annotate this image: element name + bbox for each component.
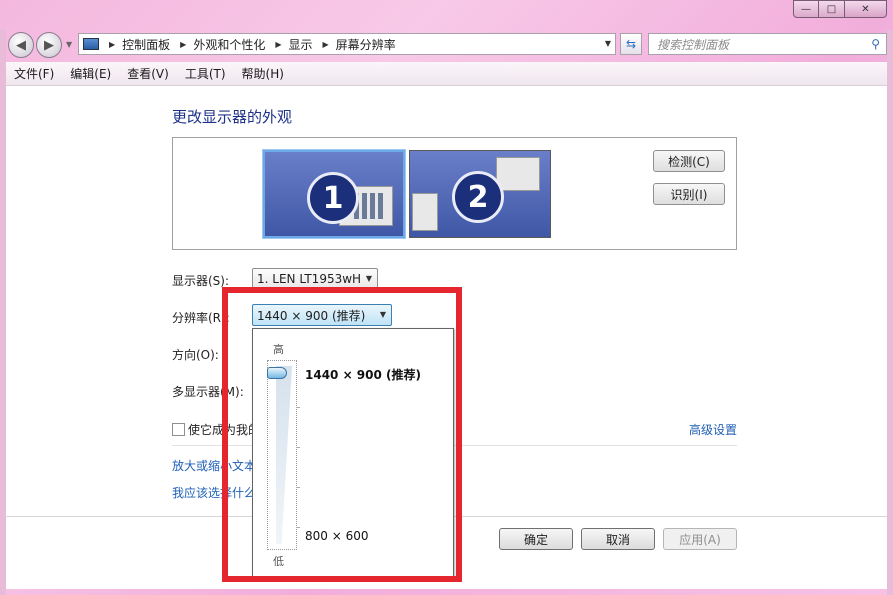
chevron-down-icon: ▼ xyxy=(365,274,372,283)
display-select-value: 1. LEN LT1953wH xyxy=(257,272,362,286)
refresh-button[interactable]: ⇆ xyxy=(620,33,642,55)
menu-tools[interactable]: 工具(T) xyxy=(177,65,234,82)
page-title: 更改显示器的外观 xyxy=(172,108,293,126)
detect-button[interactable]: 检测(C) xyxy=(653,150,725,172)
apply-button[interactable]: 应用(A) xyxy=(663,528,737,550)
minimize-button[interactable]: — xyxy=(793,0,819,18)
breadcrumb-item[interactable]: 控制面板 xyxy=(122,36,170,53)
document-thumbnail-icon xyxy=(412,193,438,231)
refresh-icon: ⇆ xyxy=(625,37,637,51)
search-input[interactable]: 搜索控制面板 ⚲ xyxy=(648,33,887,55)
menu-help[interactable]: 帮助(H) xyxy=(234,65,292,82)
maximize-button[interactable]: □ xyxy=(819,0,845,18)
main-display-checkbox[interactable] xyxy=(172,423,185,436)
caption-buttons: — □ ✕ xyxy=(793,0,887,18)
menu-edit[interactable]: 编辑(E) xyxy=(62,65,119,82)
address-bar[interactable]: ▶ 控制面板 ▶ 外观和个性化 ▶ 显示 ▶ 屏幕分辨率 ▼ xyxy=(78,33,616,55)
chevron-right-icon[interactable]: ▶ xyxy=(180,40,186,49)
breadcrumb-item[interactable]: 显示 xyxy=(289,36,313,53)
advanced-settings-link[interactable]: 高级设置 xyxy=(689,421,737,438)
control-panel-icon xyxy=(83,38,99,50)
ok-button[interactable]: 确定 xyxy=(499,528,573,550)
control-panel-window: — □ ✕ ◀ ▶ ▼ ▶ 控制面板 ▶ 外观和个性化 ▶ 显示 ▶ 屏幕分辨率… xyxy=(0,0,893,595)
window-right-border xyxy=(887,30,893,595)
breadcrumb-item[interactable]: 外观和个性化 xyxy=(193,36,265,53)
breadcrumb-item[interactable]: 屏幕分辨率 xyxy=(336,36,396,53)
forward-arrow-icon: ▶ xyxy=(44,37,54,53)
close-button[interactable]: ✕ xyxy=(845,0,887,18)
back-button[interactable]: ◀ xyxy=(8,32,34,58)
breadcrumb: ▶ 控制面板 ▶ 外观和个性化 ▶ 显示 ▶ 屏幕分辨率 xyxy=(105,36,396,53)
menu-file[interactable]: 文件(F) xyxy=(6,65,62,82)
menu-view[interactable]: 查看(V) xyxy=(119,65,177,82)
display-label: 显示器(S): xyxy=(172,274,230,288)
monitor-number-2: 2 xyxy=(452,171,504,223)
orientation-label: 方向(O): xyxy=(172,348,219,362)
cancel-button[interactable]: 取消 xyxy=(581,528,655,550)
address-dropdown-icon[interactable]: ▼ xyxy=(605,39,611,48)
chevron-right-icon[interactable]: ▶ xyxy=(109,40,115,49)
chevron-right-icon[interactable]: ▶ xyxy=(275,40,281,49)
chevron-right-icon[interactable]: ▶ xyxy=(323,40,329,49)
menu-bar: 文件(F) 编辑(E) 查看(V) 工具(T) 帮助(H) xyxy=(6,62,887,86)
history-dropdown-icon[interactable]: ▼ xyxy=(66,40,72,49)
identify-button[interactable]: 识别(I) xyxy=(653,183,725,205)
monitor-2[interactable]: 2 xyxy=(409,150,551,238)
monitor-arrangement: 1 2 检测(C) 识别(I) xyxy=(172,137,737,250)
window-thumbnail-icon xyxy=(496,157,540,191)
highlight-annotation xyxy=(222,287,462,582)
monitor-1[interactable]: 1 xyxy=(263,150,405,238)
address-row: ◀ ▶ ▼ ▶ 控制面板 ▶ 外观和个性化 ▶ 显示 ▶ 屏幕分辨率 ▼ ⇆ 搜… xyxy=(6,30,887,58)
search-icon[interactable]: ⚲ xyxy=(871,37,880,51)
monitor-number-1: 1 xyxy=(307,172,359,224)
forward-button[interactable]: ▶ xyxy=(36,32,62,58)
search-placeholder: 搜索控制面板 xyxy=(657,37,730,52)
back-arrow-icon: ◀ xyxy=(16,37,26,53)
